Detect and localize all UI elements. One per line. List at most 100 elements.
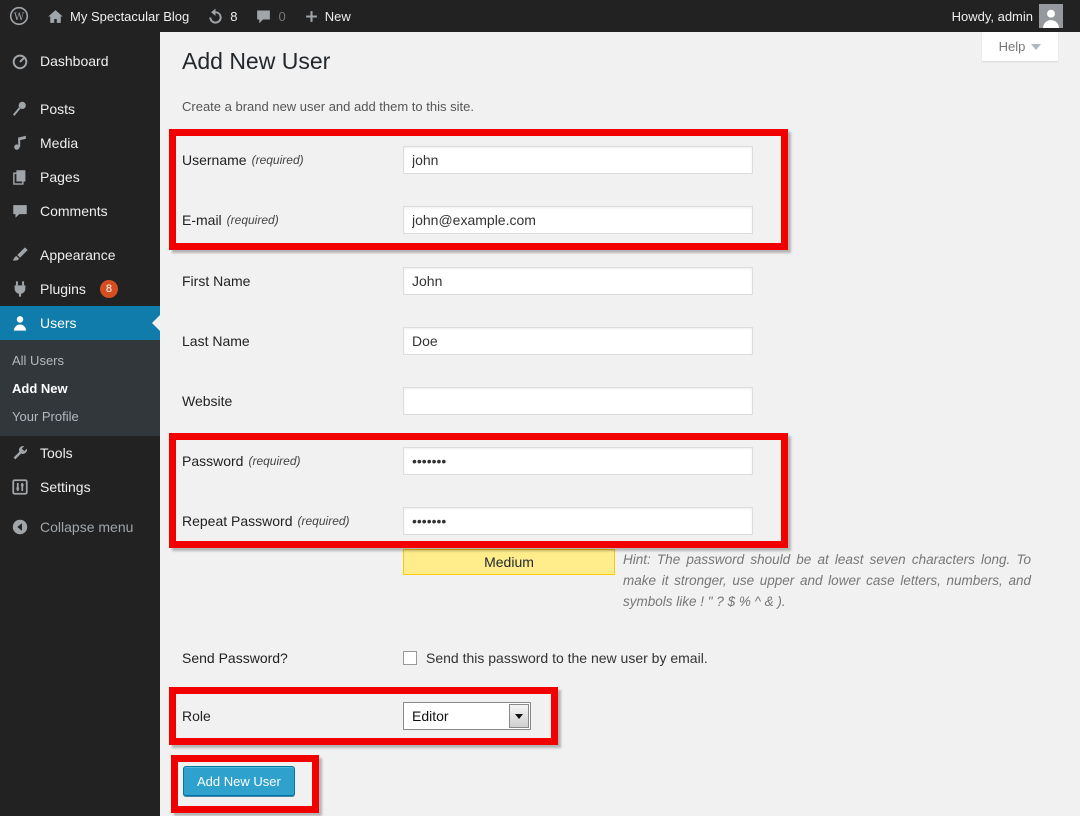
email-row: E-mail (required) [182, 206, 753, 234]
updates-link[interactable]: 8 [198, 0, 246, 32]
email-input[interactable] [403, 206, 753, 234]
users-submenu: All Users Add New Your Profile [0, 340, 160, 436]
plugins-update-badge: 8 [100, 280, 118, 298]
submenu-item-label: All Users [12, 353, 64, 368]
sidebar-item-label: Settings [40, 479, 91, 495]
admin-bar: W My Spectacular Blog 8 0 New [0, 0, 1080, 32]
dropdown-arrow-button[interactable] [509, 704, 529, 728]
password-input[interactable] [403, 447, 753, 475]
site-name-link[interactable]: My Spectacular Blog [38, 0, 198, 32]
sidebar-item-label: Media [40, 135, 78, 151]
updates-icon [207, 8, 224, 25]
pages-icon [10, 167, 30, 187]
required-hint: (required) [252, 153, 304, 167]
role-label: Role [182, 708, 211, 724]
sidebar-item-label: Pages [40, 169, 80, 185]
sidebar-item-tools[interactable]: Tools [0, 436, 160, 470]
sidebar-item-comments[interactable]: Comments [0, 194, 160, 228]
role-select[interactable]: Editor [403, 702, 531, 730]
sidebar-item-media[interactable]: Media [0, 126, 160, 160]
sidebar-item-label: Posts [40, 101, 75, 117]
required-hint: (required) [227, 213, 279, 227]
required-hint: (required) [248, 454, 300, 468]
repeat-password-row: Repeat Password (required) [182, 507, 753, 535]
dashboard-gauge-icon [10, 51, 30, 71]
paintbrush-icon [10, 245, 30, 265]
role-selected-value: Editor [404, 708, 509, 724]
sidebar-item-label: Dashboard [40, 53, 109, 69]
password-strength-meter: Medium [403, 549, 615, 575]
last-name-label: Last Name [182, 333, 250, 349]
email-label: E-mail [182, 212, 222, 228]
user-icon [10, 313, 30, 333]
admin-sidebar: Dashboard Posts Media Pages Commen [0, 32, 160, 816]
submenu-item-label: Add New [12, 381, 68, 396]
comments-link[interactable]: 0 [246, 0, 294, 32]
site-name: My Spectacular Blog [70, 9, 189, 24]
sidebar-item-label: Appearance [40, 247, 116, 263]
page-title: Add New User [182, 48, 330, 75]
avatar [1039, 4, 1063, 28]
add-new-user-button[interactable]: Add New User [183, 766, 295, 796]
chevron-down-icon [515, 714, 523, 719]
sidebar-item-dashboard[interactable]: Dashboard [0, 44, 160, 78]
svg-text:W: W [14, 12, 25, 23]
first-name-row: First Name [182, 267, 753, 295]
sidebar-item-pages[interactable]: Pages [0, 160, 160, 194]
sidebar-item-label: Plugins [40, 281, 86, 297]
repeat-password-label: Repeat Password [182, 513, 293, 529]
chevron-down-icon [1031, 44, 1041, 50]
home-icon [47, 8, 64, 25]
sidebar-item-label: Users [40, 315, 77, 331]
help-label: Help [999, 39, 1026, 54]
collapse-arrow-icon [10, 517, 30, 537]
plug-icon [10, 279, 30, 299]
wordpress-admin-page: W My Spectacular Blog 8 0 New [0, 0, 1080, 816]
repeat-password-input[interactable] [403, 507, 753, 535]
sidebar-item-label: Comments [40, 203, 108, 219]
submenu-item-label: Your Profile [12, 409, 79, 424]
username-row: Username (required) [182, 146, 753, 174]
howdy-text: Howdy, admin [952, 9, 1033, 24]
comment-count: 0 [278, 9, 285, 24]
send-password-label: Send Password? [182, 650, 288, 666]
send-password-checkbox-label: Send this password to the new user by em… [426, 650, 708, 666]
submenu-item-add-new[interactable]: Add New [0, 374, 160, 402]
sidebar-item-users[interactable]: Users [0, 306, 160, 340]
sidebar-item-label: Collapse menu [40, 519, 133, 535]
password-row: Password (required) [182, 447, 753, 475]
password-label: Password [182, 453, 243, 469]
username-input[interactable] [403, 146, 753, 174]
help-button[interactable]: Help [982, 32, 1058, 61]
settings-sliders-icon [10, 477, 30, 497]
submenu-item-all-users[interactable]: All Users [0, 346, 160, 374]
last-name-input[interactable] [403, 327, 753, 355]
music-note-icon [10, 133, 30, 153]
update-count: 8 [230, 9, 237, 24]
website-row: Website [182, 387, 753, 415]
sidebar-item-label: Tools [40, 445, 73, 461]
website-input[interactable] [403, 387, 753, 415]
username-label: Username [182, 152, 247, 168]
pushpin-icon [10, 99, 30, 119]
collapse-menu-button[interactable]: Collapse menu [0, 510, 160, 544]
comment-bubble-icon [10, 201, 30, 221]
first-name-input[interactable] [403, 267, 753, 295]
sidebar-item-appearance[interactable]: Appearance [0, 238, 160, 272]
new-content-menu[interactable]: New [295, 0, 360, 32]
sidebar-item-plugins[interactable]: Plugins 8 [0, 272, 160, 306]
my-account-menu[interactable]: Howdy, admin [943, 0, 1072, 32]
sidebar-item-posts[interactable]: Posts [0, 92, 160, 126]
main-content: Help Add New User Create a brand new use… [160, 32, 1080, 816]
first-name-label: First Name [182, 273, 250, 289]
wordpress-logo-menu[interactable]: W [0, 0, 38, 32]
required-hint: (required) [298, 514, 350, 528]
plus-icon [304, 9, 319, 24]
submenu-item-your-profile[interactable]: Your Profile [0, 402, 160, 430]
new-label: New [325, 9, 351, 24]
send-password-checkbox[interactable] [403, 651, 417, 665]
role-row: Role Editor [182, 702, 531, 730]
send-password-row: Send Password? Send this password to the… [182, 644, 708, 672]
sidebar-item-settings[interactable]: Settings [0, 470, 160, 504]
wrench-icon [10, 443, 30, 463]
